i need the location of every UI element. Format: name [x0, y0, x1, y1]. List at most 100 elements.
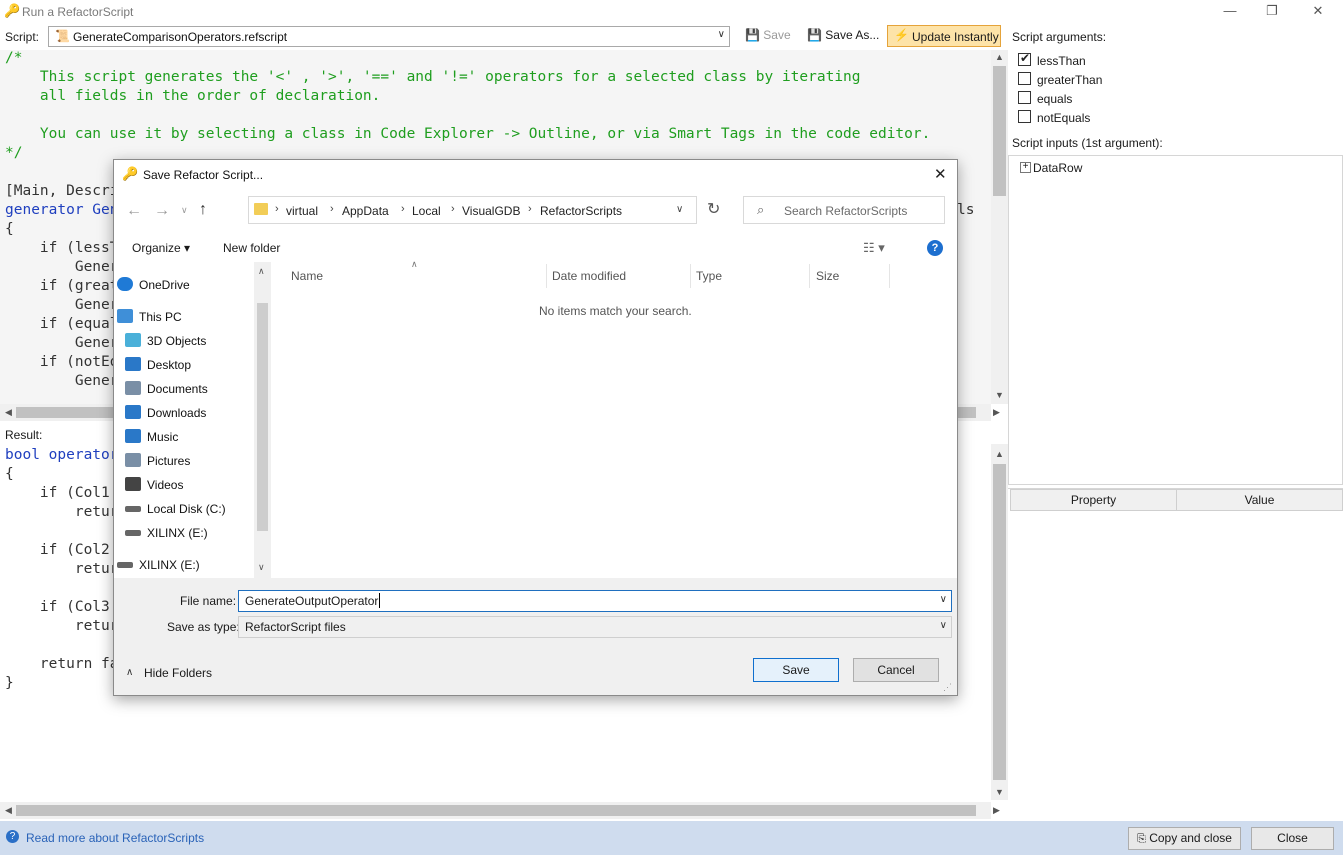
checkbox-icon[interactable] [1018, 72, 1031, 85]
save-button[interactable]: 💾 Save [745, 25, 793, 47]
close-button[interactable]: Close [1251, 827, 1334, 850]
argument-checkbox-greaterThan[interactable]: greaterThan [1018, 71, 1218, 89]
chevron-up-icon[interactable]: ∧ [126, 667, 133, 678]
nav-item[interactable]: OneDrive [117, 276, 247, 294]
chevron-down-icon[interactable]: ∨ [940, 594, 947, 605]
hide-folders-button[interactable]: Hide Folders [144, 666, 212, 680]
checkbox-icon[interactable] [1018, 91, 1031, 104]
result-vscrollbar[interactable]: ▲ ▼ [991, 444, 1008, 800]
new-folder-button[interactable]: New folder [223, 241, 280, 255]
nav-item[interactable]: 3D Objects [125, 332, 255, 350]
nav-item[interactable]: Videos [125, 476, 255, 494]
resize-grip-icon[interactable]: ⋰ [943, 682, 952, 693]
argument-checkbox-equals[interactable]: equals [1018, 90, 1218, 108]
argument-checkbox-notEquals[interactable]: notEquals [1018, 109, 1218, 127]
scroll-thumb[interactable] [993, 66, 1006, 196]
script-label: Script: [5, 30, 40, 44]
search-box[interactable]: ⌕ Search RefactorScripts [743, 196, 945, 224]
nav-item[interactable]: Desktop [125, 356, 255, 374]
argument-label: greaterThan [1037, 73, 1103, 87]
scroll-left-icon[interactable]: ◀ [0, 407, 17, 418]
help-icon[interactable]: ? [927, 240, 943, 256]
script-inputs-tree[interactable]: + DataRow [1008, 155, 1343, 485]
column-date-modified[interactable]: Date modified [552, 269, 626, 283]
up-arrow-icon[interactable]: ↑ [199, 201, 207, 219]
copy-and-close-button[interactable]: ⎘ Copy and close [1128, 827, 1241, 850]
desktop-icon [125, 357, 141, 371]
nav-item[interactable]: This PC [117, 308, 247, 326]
nav-item[interactable]: Pictures [125, 452, 255, 470]
restore-icon[interactable]: ❐ [1249, 0, 1295, 24]
nav-item-label: Desktop [147, 358, 192, 372]
save-as-button[interactable]: 💾 Save As... [807, 25, 883, 47]
address-dropdown-icon[interactable]: ∨ [676, 204, 683, 215]
checkbox-icon[interactable] [1018, 110, 1031, 123]
result-hscrollbar[interactable]: ◀ ▶ [0, 802, 1000, 819]
nav-item[interactable]: Downloads [125, 404, 255, 422]
breadcrumb-item[interactable]: VisualGDB [462, 204, 520, 218]
nav-scrollbar[interactable]: ∧ ∨ [254, 262, 271, 578]
scroll-up-icon[interactable]: ∧ [258, 266, 265, 277]
dialog-cancel-button[interactable]: Cancel [853, 658, 939, 682]
expand-icon[interactable]: + [1020, 162, 1031, 173]
window-title: Run a RefactorScript [22, 5, 134, 19]
nav-item[interactable]: Music [125, 428, 255, 446]
nav-item[interactable]: Documents [125, 380, 255, 398]
breadcrumb-item[interactable]: RefactorScripts [540, 204, 622, 218]
nav-item[interactable]: Local Disk (C:) [125, 500, 255, 518]
nav-item-label: XILINX (E:) [147, 526, 208, 540]
dialog-save-button[interactable]: Save [753, 658, 839, 682]
script-combo[interactable]: 📜 GenerateComparisonOperators.refscript … [48, 26, 730, 47]
argument-checkbox-lessThan[interactable]: lessThan [1018, 51, 1218, 70]
scroll-down-icon[interactable]: ∨ [258, 562, 265, 573]
forward-arrow-icon[interactable]: → [154, 202, 170, 220]
recent-chevron-icon[interactable]: ∨ [181, 205, 188, 216]
dialog-key-icon: 🔑 [122, 166, 139, 181]
scroll-down-icon[interactable]: ▼ [991, 390, 1008, 400]
dialog-close-icon[interactable]: ✕ [934, 165, 947, 183]
folder-icon [254, 203, 268, 215]
empty-message: No items match your search. [539, 304, 692, 318]
code-line: Gener [5, 259, 119, 275]
update-instantly-toggle[interactable]: ⚡ Update Instantly [887, 25, 1001, 47]
scroll-up-icon[interactable]: ▲ [991, 52, 1008, 62]
editor-vscrollbar[interactable]: ▲ ▼ [991, 50, 1008, 404]
column-name[interactable]: Name [291, 269, 323, 283]
minimize-icon[interactable]: — [1207, 0, 1253, 24]
code-line: if (equal [5, 316, 119, 332]
scroll-left-icon[interactable]: ◀ [0, 805, 17, 816]
checkbox-icon[interactable] [1018, 51, 1031, 66]
address-bar[interactable]: › virtual › AppData › Local › VisualGDB … [248, 196, 697, 224]
read-more-link[interactable]: Read more about RefactorScripts [26, 831, 204, 845]
save-as-type-select[interactable]: RefactorScript files ∨ [238, 616, 952, 638]
column-size[interactable]: Size [816, 269, 839, 283]
column-divider [809, 264, 810, 288]
chevron-right-icon: › [275, 203, 279, 215]
script-arguments-label: Script arguments: [1012, 30, 1107, 44]
result-line: if (Col1 [5, 485, 110, 501]
code-line: { [5, 221, 14, 237]
scroll-thumb[interactable] [257, 303, 268, 531]
breadcrumb-item[interactable]: AppData [342, 204, 389, 218]
scroll-right-icon[interactable]: ▶ [988, 407, 1005, 418]
result-line: if (Col2 [5, 542, 110, 558]
chevron-down-icon[interactable]: ∨ [940, 620, 947, 631]
scroll-right-icon[interactable]: ▶ [988, 805, 1005, 816]
view-options-icon[interactable]: ☷ ▾ [863, 240, 885, 256]
organize-menu[interactable]: Organize ▾ [132, 241, 190, 255]
close-window-icon[interactable]: ✕ [1295, 0, 1341, 24]
scroll-down-icon[interactable]: ▼ [991, 787, 1008, 797]
breadcrumb-item[interactable]: Local [412, 204, 441, 218]
nav-item[interactable]: XILINX (E:) [117, 556, 247, 574]
breadcrumb-item[interactable]: virtual [286, 204, 318, 218]
result-line: return fa [5, 656, 119, 672]
tree-item-datarow[interactable]: DataRow [1033, 161, 1082, 175]
nav-item[interactable]: XILINX (E:) [125, 524, 255, 542]
file-name-input[interactable]: GenerateOutputOperator ∨ [238, 590, 952, 612]
scroll-up-icon[interactable]: ▲ [991, 449, 1008, 459]
scroll-thumb[interactable] [16, 805, 976, 816]
refresh-icon[interactable]: ↻ [707, 199, 720, 219]
column-type[interactable]: Type [696, 269, 722, 283]
scroll-thumb[interactable] [993, 464, 1006, 780]
back-arrow-icon[interactable]: ← [126, 202, 142, 220]
